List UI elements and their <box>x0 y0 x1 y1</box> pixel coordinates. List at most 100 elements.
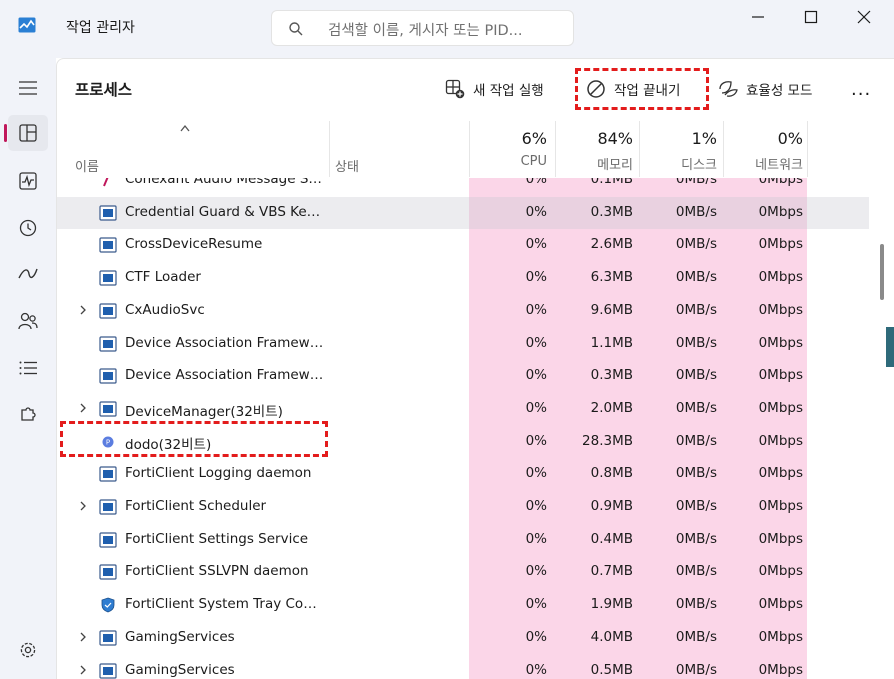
nav-app-history[interactable] <box>8 210 48 246</box>
chevron-right-icon[interactable] <box>77 663 89 677</box>
column-network[interactable]: 0% 네트워크 <box>721 129 803 173</box>
vertical-scrollbar[interactable] <box>880 244 884 300</box>
process-memory: 6.3MB <box>590 269 633 286</box>
run-new-task-button[interactable]: 새 작업 실행 <box>445 74 544 104</box>
disk-total: 1% <box>691 129 717 148</box>
process-row[interactable]: GamingServices 0% 0.5MB 0MB/s 0Mbps <box>57 655 869 679</box>
nav-performance[interactable] <box>8 163 48 199</box>
close-icon <box>857 10 871 24</box>
process-name: CrossDeviceResume <box>125 236 263 253</box>
nav-services[interactable] <box>8 396 48 432</box>
process-disk: 0MB/s <box>675 334 717 351</box>
nav-settings[interactable] <box>8 632 48 668</box>
process-name: Credential Guard & VBS Key ... <box>125 203 325 220</box>
nav-processes[interactable] <box>4 115 48 151</box>
service-icon <box>99 205 117 221</box>
process-row[interactable]: CrossDeviceResume 0% 2.6MB 0MB/s 0Mbps <box>57 229 869 262</box>
process-cpu: 0% <box>525 498 547 514</box>
chevron-right-icon[interactable] <box>77 630 89 644</box>
process-row[interactable]: FortiClient Scheduler 0% 0.9MB 0MB/s 0Mbps <box>57 491 869 524</box>
service-icon <box>99 499 117 515</box>
process-row[interactable]: Device Association Framewor... 0% 1.1MB 0MB… <box>57 328 869 361</box>
hamburger-menu-button[interactable] <box>8 70 48 106</box>
history-icon <box>19 219 37 237</box>
process-cpu: 0% <box>525 628 547 645</box>
column-divider <box>329 121 330 177</box>
chevron-right-icon[interactable] <box>77 303 89 317</box>
efficiency-leaf-icon <box>719 81 738 97</box>
search-placeholder: 검색할 이름, 게시자 또는 PID... <box>328 23 523 39</box>
process-row[interactable]: Conexant Audio Message Ser... 0% 0.1MB 0MB/… <box>57 178 869 197</box>
process-cpu: 0% <box>525 269 547 286</box>
process-memory: 0.8MB <box>590 465 633 482</box>
process-name: CxAudioSvc <box>125 301 205 318</box>
memory-total: 84% <box>597 129 633 148</box>
service-icon <box>99 270 117 286</box>
column-name[interactable]: 이름 <box>75 156 99 175</box>
performance-icon <box>19 172 37 190</box>
process-row[interactable]: FortiClient System Tray Contr... 0% 1.9MB 0… <box>57 589 869 622</box>
service-icon <box>99 532 117 548</box>
conexant-icon <box>99 178 117 188</box>
column-cpu[interactable]: 6% CPU <box>469 129 547 169</box>
process-row[interactable]: Device Association Framewor... 0% 0.3MB 0MB… <box>57 360 869 393</box>
process-memory: 0.3MB <box>590 367 633 384</box>
process-cpu: 0% <box>525 334 547 351</box>
process-cpu: 0% <box>525 236 547 253</box>
process-name: GamingServices <box>125 661 235 678</box>
process-memory: 0.7MB <box>590 563 633 580</box>
process-network: 0Mbps <box>758 178 803 187</box>
minimize-button[interactable] <box>731 0 785 34</box>
more-options-button[interactable]: ... <box>851 74 871 104</box>
search-box[interactable]: 검색할 이름, 게시자 또는 PID... <box>271 10 574 46</box>
process-network: 0Mbps <box>758 367 803 384</box>
process-cpu: 0% <box>525 301 547 318</box>
nav-details[interactable] <box>8 350 48 386</box>
process-memory: 28.3MB <box>582 432 633 449</box>
users-icon <box>18 312 38 330</box>
chevron-right-icon[interactable] <box>77 499 89 513</box>
service-icon <box>99 662 117 679</box>
run-new-task-label: 새 작업 실행 <box>473 83 544 99</box>
search-icon <box>289 22 303 36</box>
process-row[interactable]: FortiClient Settings Service 0% 0.4MB 0MB/s… <box>57 524 869 557</box>
close-button[interactable] <box>837 0 891 34</box>
process-memory: 2.0MB <box>590 399 633 416</box>
process-row[interactable]: FortiClient SSLVPN daemon 0% 0.7MB 0MB/s 0Mb… <box>57 556 869 589</box>
column-divider <box>639 121 640 177</box>
process-row[interactable]: CxAudioSvc 0% 9.6MB 0MB/s 0Mbps <box>57 295 869 328</box>
process-name: Conexant Audio Message Ser... <box>125 178 325 187</box>
process-name: FortiClient System Tray Contr... <box>125 596 325 613</box>
process-disk: 0MB/s <box>675 301 717 318</box>
process-memory: 2.6MB <box>590 236 633 253</box>
process-row[interactable]: CTF Loader 0% 6.3MB 0MB/s 0Mbps <box>57 262 869 295</box>
chevron-right-icon[interactable] <box>77 401 89 415</box>
process-name: GamingServices <box>125 628 235 645</box>
sort-caret-up-icon[interactable] <box>179 123 191 133</box>
maximize-button[interactable] <box>784 0 838 34</box>
process-memory: 0.5MB <box>590 661 633 678</box>
process-disk: 0MB/s <box>675 236 717 253</box>
process-name: CTF Loader <box>125 269 201 286</box>
column-divider <box>469 121 470 177</box>
process-memory: 0.9MB <box>590 498 633 514</box>
column-memory[interactable]: 84% 메모리 <box>551 129 633 173</box>
column-disk[interactable]: 1% 디스크 <box>637 129 717 173</box>
process-row[interactable]: GamingServices 0% 4.0MB 0MB/s 0Mbps <box>57 622 869 655</box>
process-cpu: 0% <box>525 203 547 220</box>
maximize-icon <box>804 10 818 24</box>
nav-users[interactable] <box>8 303 48 339</box>
process-name: FortiClient Settings Service <box>125 530 309 547</box>
process-name: FortiClient SSLVPN daemon <box>125 563 309 580</box>
network-total: 0% <box>777 129 803 148</box>
process-row[interactable]: FortiClient Logging daemon 0% 0.8MB 0MB/s 0M… <box>57 458 869 491</box>
column-divider <box>555 121 556 177</box>
column-divider <box>723 121 724 177</box>
details-list-icon <box>19 361 37 375</box>
process-network: 0Mbps <box>758 301 803 318</box>
process-network: 0Mbps <box>758 269 803 286</box>
nav-startup-apps[interactable] <box>8 256 48 292</box>
process-row[interactable]: Credential Guard & VBS Key ... 0% 0.3MB 0MB… <box>57 196 869 230</box>
column-status[interactable]: 상태 <box>335 156 359 175</box>
efficiency-mode-button[interactable]: 효율성 모드 <box>718 74 812 104</box>
